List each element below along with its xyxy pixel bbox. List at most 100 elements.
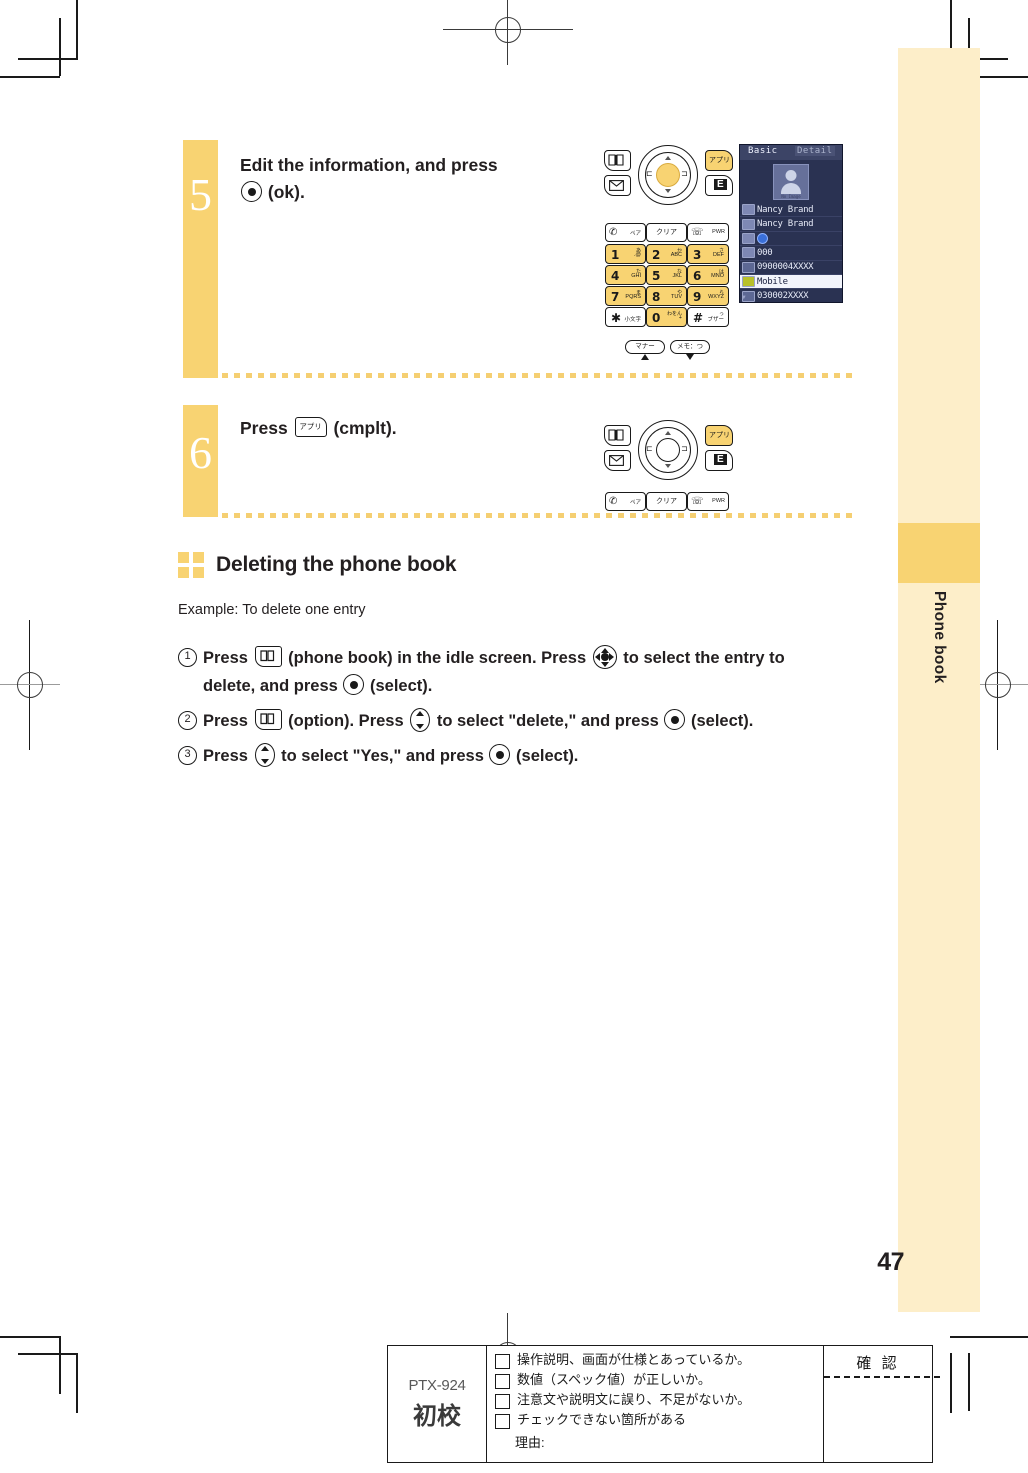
call-key-icon: ✆ ペア [605, 492, 646, 511]
appli-key-icon: アプリ [294, 417, 327, 437]
keypad-1-digit: 1 [611, 248, 620, 262]
seg-text: Press [203, 712, 253, 731]
memo-button: メモ：つ [670, 340, 710, 354]
checkbox-3[interactable] [495, 1394, 510, 1409]
appli-key-icon: アプリ [705, 425, 733, 446]
keypad-key-7: 7 ま PQRS [605, 286, 646, 306]
center-ok-key-icon [241, 181, 262, 203]
list-item-2-text: Press (option). Press to select "delete,… [203, 707, 753, 735]
checklist-label-2: 数値（スペック値）が正しいか。 [517, 1372, 711, 1387]
crop-mark-tl-v2 [59, 18, 61, 76]
appli-key-inline-label: アプリ [299, 422, 322, 431]
keypad-star-sub: 小文字 [624, 317, 641, 323]
keypad-9-digit: 9 [693, 290, 702, 304]
step-6-text: Press アプリ (cmplt). [240, 415, 580, 442]
sidebar-chapter-text: Phone book [931, 591, 948, 684]
seg-text: (select). [511, 747, 579, 766]
crop-mark-br-v [950, 1353, 952, 1413]
lcd-row-phone-1-text: 0900004XXXX [757, 262, 814, 273]
keypad-8-sub: TUV [671, 294, 682, 300]
lcd-row-label-mobile[interactable]: Mobile [740, 274, 842, 290]
lcd-row-group[interactable] [740, 232, 842, 247]
keypad-1-sub: .@ [633, 252, 641, 258]
registration-mark-top [443, 0, 573, 65]
appli-key-label: アプリ [709, 157, 730, 164]
manner-button-label: マナー [635, 343, 655, 350]
bullet-square-4 [193, 567, 204, 578]
section-bullet-icon [178, 552, 204, 578]
seg-text: (phone book) in the idle screen. Press [283, 649, 591, 667]
ezweb-key-icon: E [705, 450, 733, 471]
label-icon [742, 276, 755, 288]
proof-code-cell: PTX-924 初校 [388, 1346, 487, 1462]
power-key-label: PWR [712, 498, 725, 504]
clear-key-label: クリア [656, 498, 677, 505]
keypad-hash-sub: ブザー [707, 317, 724, 323]
center-ok-key-icon [489, 744, 511, 766]
step-6-text-before: Press [240, 418, 288, 438]
seg-text: Press [203, 649, 253, 667]
keypad-5-sub: JKL [672, 273, 682, 279]
list-item: 3 Press to select "Yes," and press (sele… [178, 742, 838, 770]
ezweb-key-label: E [714, 454, 727, 465]
power-key-icon: ☏ PWR [687, 223, 729, 242]
lcd-tab-basic[interactable]: Basic [748, 146, 778, 156]
checklist-label-3: 注意文や説明文に誤り、不足がないか。 [517, 1392, 751, 1407]
four-way-key-icon [592, 645, 617, 669]
crop-mark-bl-h2 [18, 1353, 76, 1355]
lcd-tab-bar: Basic Detail [740, 145, 842, 160]
keypad-8-digit: 8 [652, 290, 661, 304]
avatar-head-icon [785, 170, 797, 181]
contact-field-list: Nancy Brand Nancy Brand 000 0900004XXXX … [740, 203, 842, 302]
clear-key-icon: クリア [646, 492, 687, 511]
crop-mark-bl-h [0, 1336, 60, 1338]
keypad-7-digit: 7 [611, 290, 620, 304]
function-key-row: ✆ ペア クリア ☏ PWR [605, 492, 729, 511]
crop-mark-tl-v [76, 0, 78, 60]
lcd-tab-detail[interactable]: Detail [795, 146, 835, 156]
checklist-label-4: チェックできない箇所がある [517, 1412, 687, 1427]
memo-button-label: メモ：つ [677, 343, 703, 350]
keypad-7-sub: PQRS [625, 294, 641, 300]
proof-confirm-title: 確 認 [856, 1355, 900, 1372]
phone-book-key-icon [254, 646, 282, 667]
keypad-key-2: 2 か ABC [646, 244, 687, 264]
keypad-key-3: 3 さ DEF [687, 244, 729, 264]
step-5-text-before: Edit the information, and press [240, 155, 498, 175]
step-6-number: 6 [189, 427, 212, 478]
lcd-row-label-mobile-text: Mobile [757, 276, 788, 287]
keypad-key-8: 8 や TUV [646, 286, 687, 306]
keypad-9-sub: WXYZ [708, 294, 724, 300]
lcd-row-phone-1[interactable]: 0900004XXXX [740, 261, 842, 275]
checkbox-2[interactable] [495, 1374, 510, 1389]
checkbox-4[interactable] [495, 1414, 510, 1429]
center-ok-key [656, 163, 680, 187]
function-key-row: ✆ ペア クリア ☏ PWR [605, 223, 729, 242]
page-number: 47 [877, 1248, 904, 1276]
memory-no-icon [742, 247, 755, 259]
lcd-row-memory-no-text: 000 [757, 247, 773, 258]
lcd-row-name[interactable]: Nancy Brand [740, 203, 842, 218]
proof-stamp-box: PTX-924 初校 操作説明、画面が仕様とあっているか。 数値（スペック値）が… [387, 1345, 940, 1463]
seg-text: (select). [686, 712, 754, 731]
sidebar-chapter-label: Phone book [898, 583, 980, 803]
keypad-6-sub: MNO [711, 273, 724, 279]
keypad-0-sub: + [678, 315, 682, 321]
list-item-1-text: Press (phone book) in the idle screen. P… [203, 644, 838, 700]
section-title: Deleting the phone book [216, 553, 457, 576]
contact-photo-placeholder: No Image [773, 164, 809, 200]
lcd-row-reading[interactable]: Nancy Brand [740, 217, 842, 232]
chapter-tab-marker [898, 523, 980, 583]
seg-text: Press [203, 747, 253, 766]
center-ok-key-icon [664, 709, 686, 731]
up-down-key-icon [410, 708, 431, 733]
keypad-key-1: 1 あ .@ [605, 244, 646, 264]
list-marker-1: 1 [178, 648, 197, 667]
phone-book-key-icon [604, 425, 631, 446]
lcd-row-memory-no[interactable]: 000 [740, 246, 842, 261]
lcd-row-phone-2[interactable]: 030002XXXX [740, 289, 842, 302]
checkbox-1[interactable] [495, 1354, 510, 1369]
keypad-star-digit: ✱ [611, 311, 622, 325]
group-icon [742, 232, 755, 244]
seg-text: to select "Yes," and press [276, 747, 489, 766]
